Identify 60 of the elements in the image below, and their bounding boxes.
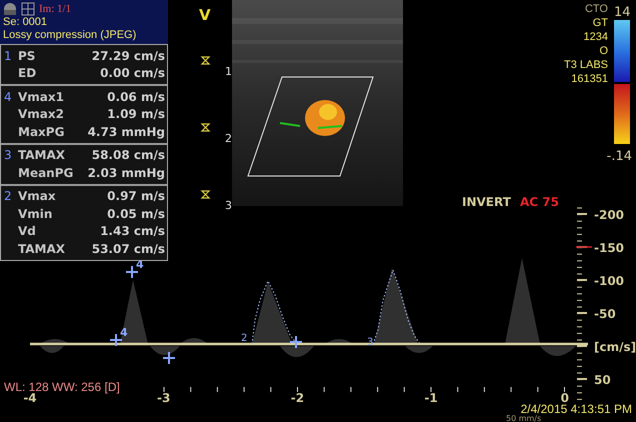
measurement-label: TAMAX bbox=[18, 242, 66, 256]
image-index-text: Im: 1/1 bbox=[39, 3, 72, 15]
velocity-scale-label: 50 bbox=[594, 373, 611, 387]
patient-info-text: T3 LABS bbox=[564, 59, 608, 71]
color-scale-min-label: -.14 bbox=[606, 149, 632, 164]
date-time-text: 2/4/2015 4:13:51 PM bbox=[520, 402, 632, 416]
velocity-scale-label: -100 bbox=[594, 274, 624, 288]
depth-tick-label: 3 bbox=[225, 199, 232, 212]
velocity-scale-label: -150 bbox=[594, 241, 624, 255]
measurement-value: 53.07 cm/s bbox=[92, 242, 166, 256]
measurement-value: 1.09 m/s bbox=[107, 107, 166, 122]
measurement-value: 0.00 cm/s bbox=[100, 66, 166, 80]
depth-marker-label: V bbox=[199, 6, 211, 24]
time-axis-label: -3 bbox=[157, 391, 170, 405]
measurement-label: Vmax bbox=[18, 189, 57, 204]
measurement-label: TAMAX bbox=[18, 148, 66, 162]
caliper-label: 3 bbox=[367, 337, 374, 348]
time-axis-label: 0 bbox=[560, 391, 569, 405]
velocity-scale-label: -200 bbox=[594, 208, 624, 222]
mode-label: INVERT bbox=[462, 195, 511, 209]
measurement-value: 58.08 cm/s bbox=[92, 148, 166, 162]
series-text: Se: 0001 bbox=[3, 16, 48, 29]
measurement-index: 4 bbox=[3, 90, 13, 104]
window-level-text: WL: 128 WW: 256 [D] bbox=[4, 380, 120, 394]
measurement-label: MaxPG bbox=[18, 124, 66, 139]
compression-note: Lossy compression (JPEG) bbox=[3, 29, 138, 42]
patient-info-text: CTO bbox=[584, 3, 608, 15]
measurement-value: 1.43 cm/s bbox=[100, 224, 166, 238]
measurement-label: Vmax1 bbox=[18, 90, 65, 104]
measurement-index: 3 bbox=[3, 148, 13, 162]
patient-info-text: O bbox=[599, 45, 608, 57]
measurement-label: Vmax2 bbox=[18, 107, 65, 122]
time-axis-label: -1 bbox=[424, 391, 438, 405]
measurement-label: MeanPG bbox=[18, 166, 74, 180]
time-axis-label: -2 bbox=[290, 391, 304, 405]
sweep-speed-text: 50 mm/s bbox=[506, 414, 542, 422]
depth-tick-label: 2 bbox=[225, 132, 232, 145]
measurement-value: 4.73 mmHg bbox=[88, 124, 166, 139]
measurement-label: ED bbox=[18, 66, 38, 80]
caliper-label: 4 bbox=[120, 326, 128, 339]
measurement-index: 1 bbox=[3, 48, 13, 63]
measurement-label: Vmin bbox=[18, 206, 54, 221]
patient-info-text: GT bbox=[592, 17, 608, 29]
measurement-value: 0.06 m/s bbox=[107, 90, 166, 104]
measurement-value: 2.03 mmHg bbox=[88, 166, 166, 180]
measurement-value: 0.05 m/s bbox=[107, 206, 166, 221]
color-scale-max-label: 14 bbox=[614, 5, 631, 20]
depth-tick-label: 1 bbox=[225, 65, 232, 78]
time-axis-label: -4 bbox=[23, 391, 37, 405]
velocity-scale-label: [cm/s] bbox=[594, 340, 636, 354]
measurement-label: PS bbox=[18, 48, 36, 63]
caliper-label: 2 bbox=[241, 333, 248, 344]
measurement-value: 0.97 m/s bbox=[107, 189, 166, 204]
mode-label: AC 75 bbox=[520, 195, 559, 209]
measurement-index: 2 bbox=[3, 189, 13, 204]
measurement-value: 27.29 cm/s bbox=[92, 48, 166, 63]
measurement-label: Vd bbox=[18, 224, 37, 238]
velocity-scale-label: -50 bbox=[594, 307, 616, 321]
patient-info-text: 161351 bbox=[571, 73, 608, 85]
patient-info-text: 1234 bbox=[584, 31, 608, 43]
